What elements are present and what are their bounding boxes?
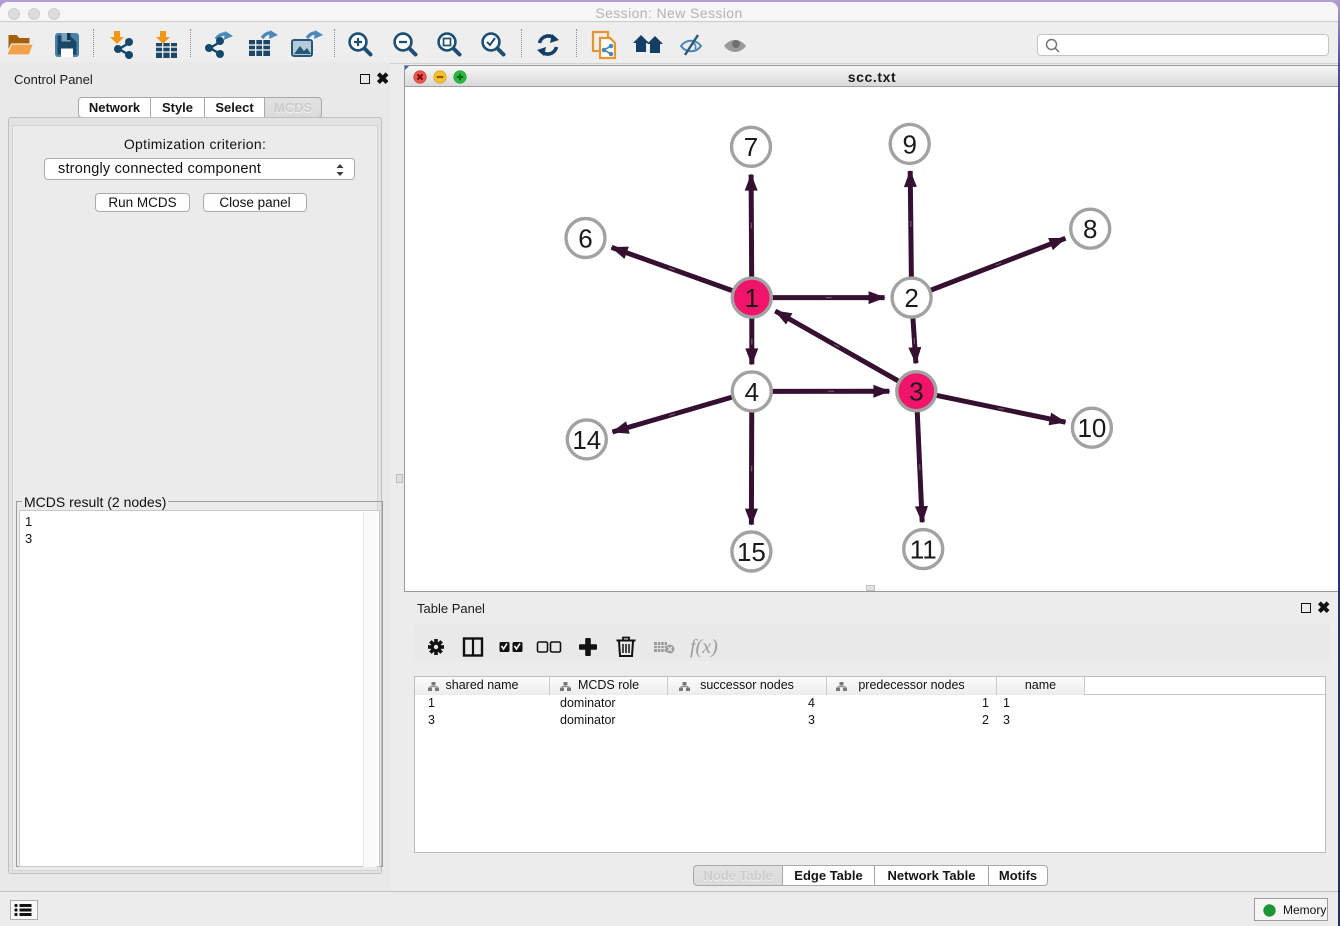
svg-text:1: 1 bbox=[745, 283, 759, 313]
svg-text:8: 8 bbox=[1083, 214, 1097, 244]
svg-text:2: 2 bbox=[904, 283, 918, 313]
svg-text:11: 11 bbox=[910, 535, 937, 565]
svg-text:6: 6 bbox=[578, 223, 592, 253]
svg-text:3: 3 bbox=[909, 377, 923, 407]
svg-text:7: 7 bbox=[744, 132, 758, 162]
svg-text:9: 9 bbox=[902, 129, 916, 159]
svg-text:14: 14 bbox=[572, 425, 601, 455]
svg-text:f(x): f(x) bbox=[690, 636, 718, 658]
svg-text:15: 15 bbox=[737, 537, 766, 567]
svg-text:10: 10 bbox=[1077, 413, 1106, 443]
svg-text:4: 4 bbox=[745, 377, 759, 407]
